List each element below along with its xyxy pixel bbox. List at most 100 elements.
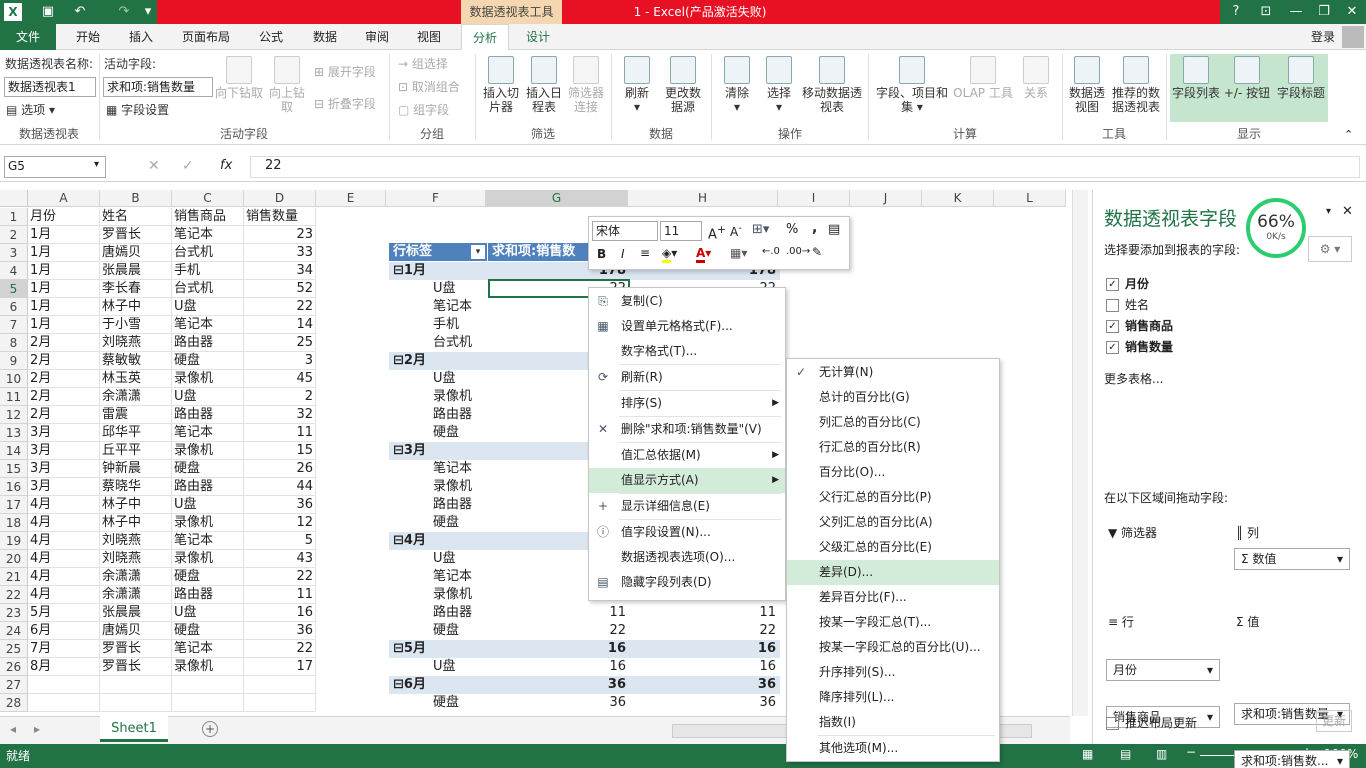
table-cell[interactable]: 姓名 (100, 208, 172, 226)
table-cell[interactable]: 15 (244, 442, 316, 460)
row-header[interactable]: 3 (0, 244, 28, 262)
table-cell[interactable]: 22 (244, 298, 316, 316)
table-cell[interactable]: 3 (244, 352, 316, 370)
row-header[interactable]: 21 (0, 568, 28, 586)
submenu-item[interactable]: 升序排列(S)... (787, 660, 999, 685)
pivot-row-label[interactable]: 录像机 (389, 586, 488, 604)
table-cell[interactable]: 6月 (28, 622, 100, 640)
more-tables-link[interactable]: 更多表格... (1104, 370, 1163, 387)
table-cell[interactable]: 笔记本 (172, 532, 244, 550)
table-cell[interactable]: 2 (244, 388, 316, 406)
table-cell[interactable]: 路由器 (172, 586, 244, 604)
table-cell[interactable]: 36 (244, 496, 316, 514)
clear-format-icon[interactable]: ✎ (812, 245, 822, 259)
fields-items-sets-button[interactable]: 字段、项目和集 ▾ (874, 56, 950, 114)
pivot-row-label[interactable]: 笔记本 (389, 568, 488, 586)
context-menu-item[interactable]: 数据透视表选项(O)... (589, 545, 785, 570)
help-icon[interactable]: ? (1222, 0, 1250, 24)
table-cell[interactable]: U盘 (172, 388, 244, 406)
table-cell[interactable]: 32 (244, 406, 316, 424)
table-cell[interactable]: 44 (244, 478, 316, 496)
table-cell[interactable] (244, 676, 316, 694)
page-layout-icon[interactable]: ▤ (1120, 747, 1131, 761)
column-header-h[interactable]: H (628, 190, 778, 207)
table-cell[interactable]: 台式机 (172, 280, 244, 298)
undo-icon[interactable]: ↶ (66, 0, 94, 24)
column-header-k[interactable]: K (922, 190, 994, 207)
row-header[interactable]: 4 (0, 262, 28, 280)
column-header-j[interactable]: J (850, 190, 922, 207)
table-cell[interactable]: 刘晓燕 (100, 550, 172, 568)
decrease-font-icon[interactable]: A- (730, 223, 742, 239)
column-header-f[interactable]: F (386, 190, 486, 207)
table-cell[interactable]: 3月 (28, 442, 100, 460)
collapse-field-button[interactable]: ⊟ 折叠字段 (314, 94, 376, 114)
table-cell[interactable]: 3月 (28, 424, 100, 442)
table-cell[interactable]: 邱华平 (100, 424, 172, 442)
table-cell[interactable]: 硬盘 (172, 460, 244, 478)
row-header[interactable]: 13 (0, 424, 28, 442)
table-cell[interactable]: 路由器 (172, 334, 244, 352)
row-header[interactable]: 16 (0, 478, 28, 496)
tab-analyze[interactable]: 分析 (461, 24, 509, 50)
pivot-row-label[interactable]: U盘 (389, 370, 488, 388)
field-item[interactable]: 姓名 (1106, 295, 1149, 316)
table-cell[interactable]: 1月 (28, 244, 100, 262)
row-header[interactable]: 8 (0, 334, 28, 352)
table-cell[interactable]: 4月 (28, 514, 100, 532)
bold-button[interactable]: B (597, 247, 606, 261)
table-cell[interactable]: 余潇潇 (100, 568, 172, 586)
table-cell[interactable]: 刘晓燕 (100, 532, 172, 550)
tab-formulas[interactable]: 公式 (248, 24, 294, 50)
table-cell[interactable]: 录像机 (172, 658, 244, 676)
column-header-a[interactable]: A (28, 190, 100, 207)
field-item[interactable]: ✓ 月份 (1106, 274, 1149, 295)
context-menu-item[interactable]: ✕ 删除"求和项:销售数量"(V) (589, 417, 785, 442)
table-cell[interactable]: 台式机 (172, 244, 244, 262)
table-cell[interactable]: U盘 (172, 604, 244, 622)
pivot-value-cell[interactable]: 22 (630, 622, 780, 640)
percent-button[interactable]: % (786, 222, 798, 237)
fill-color-icon[interactable]: ◈▾ (662, 246, 677, 263)
pivot-value-cell[interactable]: 16 (630, 658, 780, 676)
tab-design[interactable]: 设计 (515, 24, 561, 50)
submenu-item[interactable]: 百分比(O)... (787, 460, 999, 485)
column-header-e[interactable]: E (316, 190, 386, 207)
table-cell[interactable] (244, 694, 316, 712)
table-cell[interactable]: 笔记本 (172, 640, 244, 658)
table-cell[interactable]: 5月 (28, 604, 100, 622)
select-button[interactable]: 选择 ▾ (760, 56, 798, 114)
sheet-prev-icon[interactable]: ◂ (10, 722, 16, 736)
ribbon-display-icon[interactable]: ⊡ (1252, 0, 1280, 24)
table-cell[interactable] (172, 694, 244, 712)
borders-icon[interactable]: ▦▾ (730, 246, 747, 260)
gear-icon[interactable]: ⚙ ▾ (1308, 236, 1352, 262)
select-all[interactable] (0, 190, 28, 207)
save-icon[interactable]: ▣ (34, 0, 62, 24)
table-cell[interactable]: 1月 (28, 298, 100, 316)
column-header-d[interactable]: D (244, 190, 316, 207)
refresh-button[interactable]: 刷新 ▾ (618, 56, 656, 114)
field-item[interactable]: ✓ 销售商品 (1106, 316, 1173, 337)
pivot-row-label[interactable]: 路由器 (389, 406, 488, 424)
pivot-row-label[interactable]: U盘 (389, 550, 488, 568)
pivot-row-label[interactable]: 录像机 (389, 478, 488, 496)
font-color-icon[interactable]: A▾ (696, 246, 711, 263)
row-header[interactable]: 1 (0, 208, 28, 226)
row-header[interactable]: 20 (0, 550, 28, 568)
table-cell[interactable]: 罗晋长 (100, 658, 172, 676)
submenu-item[interactable]: 父级汇总的百分比(E) (787, 535, 999, 560)
accounting-format-icon[interactable]: ⊞▾ (752, 222, 769, 237)
pivot-row-label[interactable]: ⊟3月 (389, 442, 488, 460)
pivot-value-cell[interactable]: 16 (630, 640, 780, 658)
font-size-select[interactable]: 11 (660, 221, 702, 241)
table-cell[interactable]: 25 (244, 334, 316, 352)
table-cell[interactable]: 2月 (28, 370, 100, 388)
move-pivottable-button[interactable]: 移动数据透视表 (800, 56, 864, 114)
table-cell[interactable]: 罗晋长 (100, 226, 172, 244)
table-cell[interactable]: 笔记本 (172, 424, 244, 442)
options-button[interactable]: ▤ 选项 ▾ (6, 100, 55, 120)
table-cell[interactable]: 硬盘 (172, 622, 244, 640)
table-cell[interactable] (172, 676, 244, 694)
expand-field-button[interactable]: ⊞ 展开字段 (314, 62, 376, 82)
